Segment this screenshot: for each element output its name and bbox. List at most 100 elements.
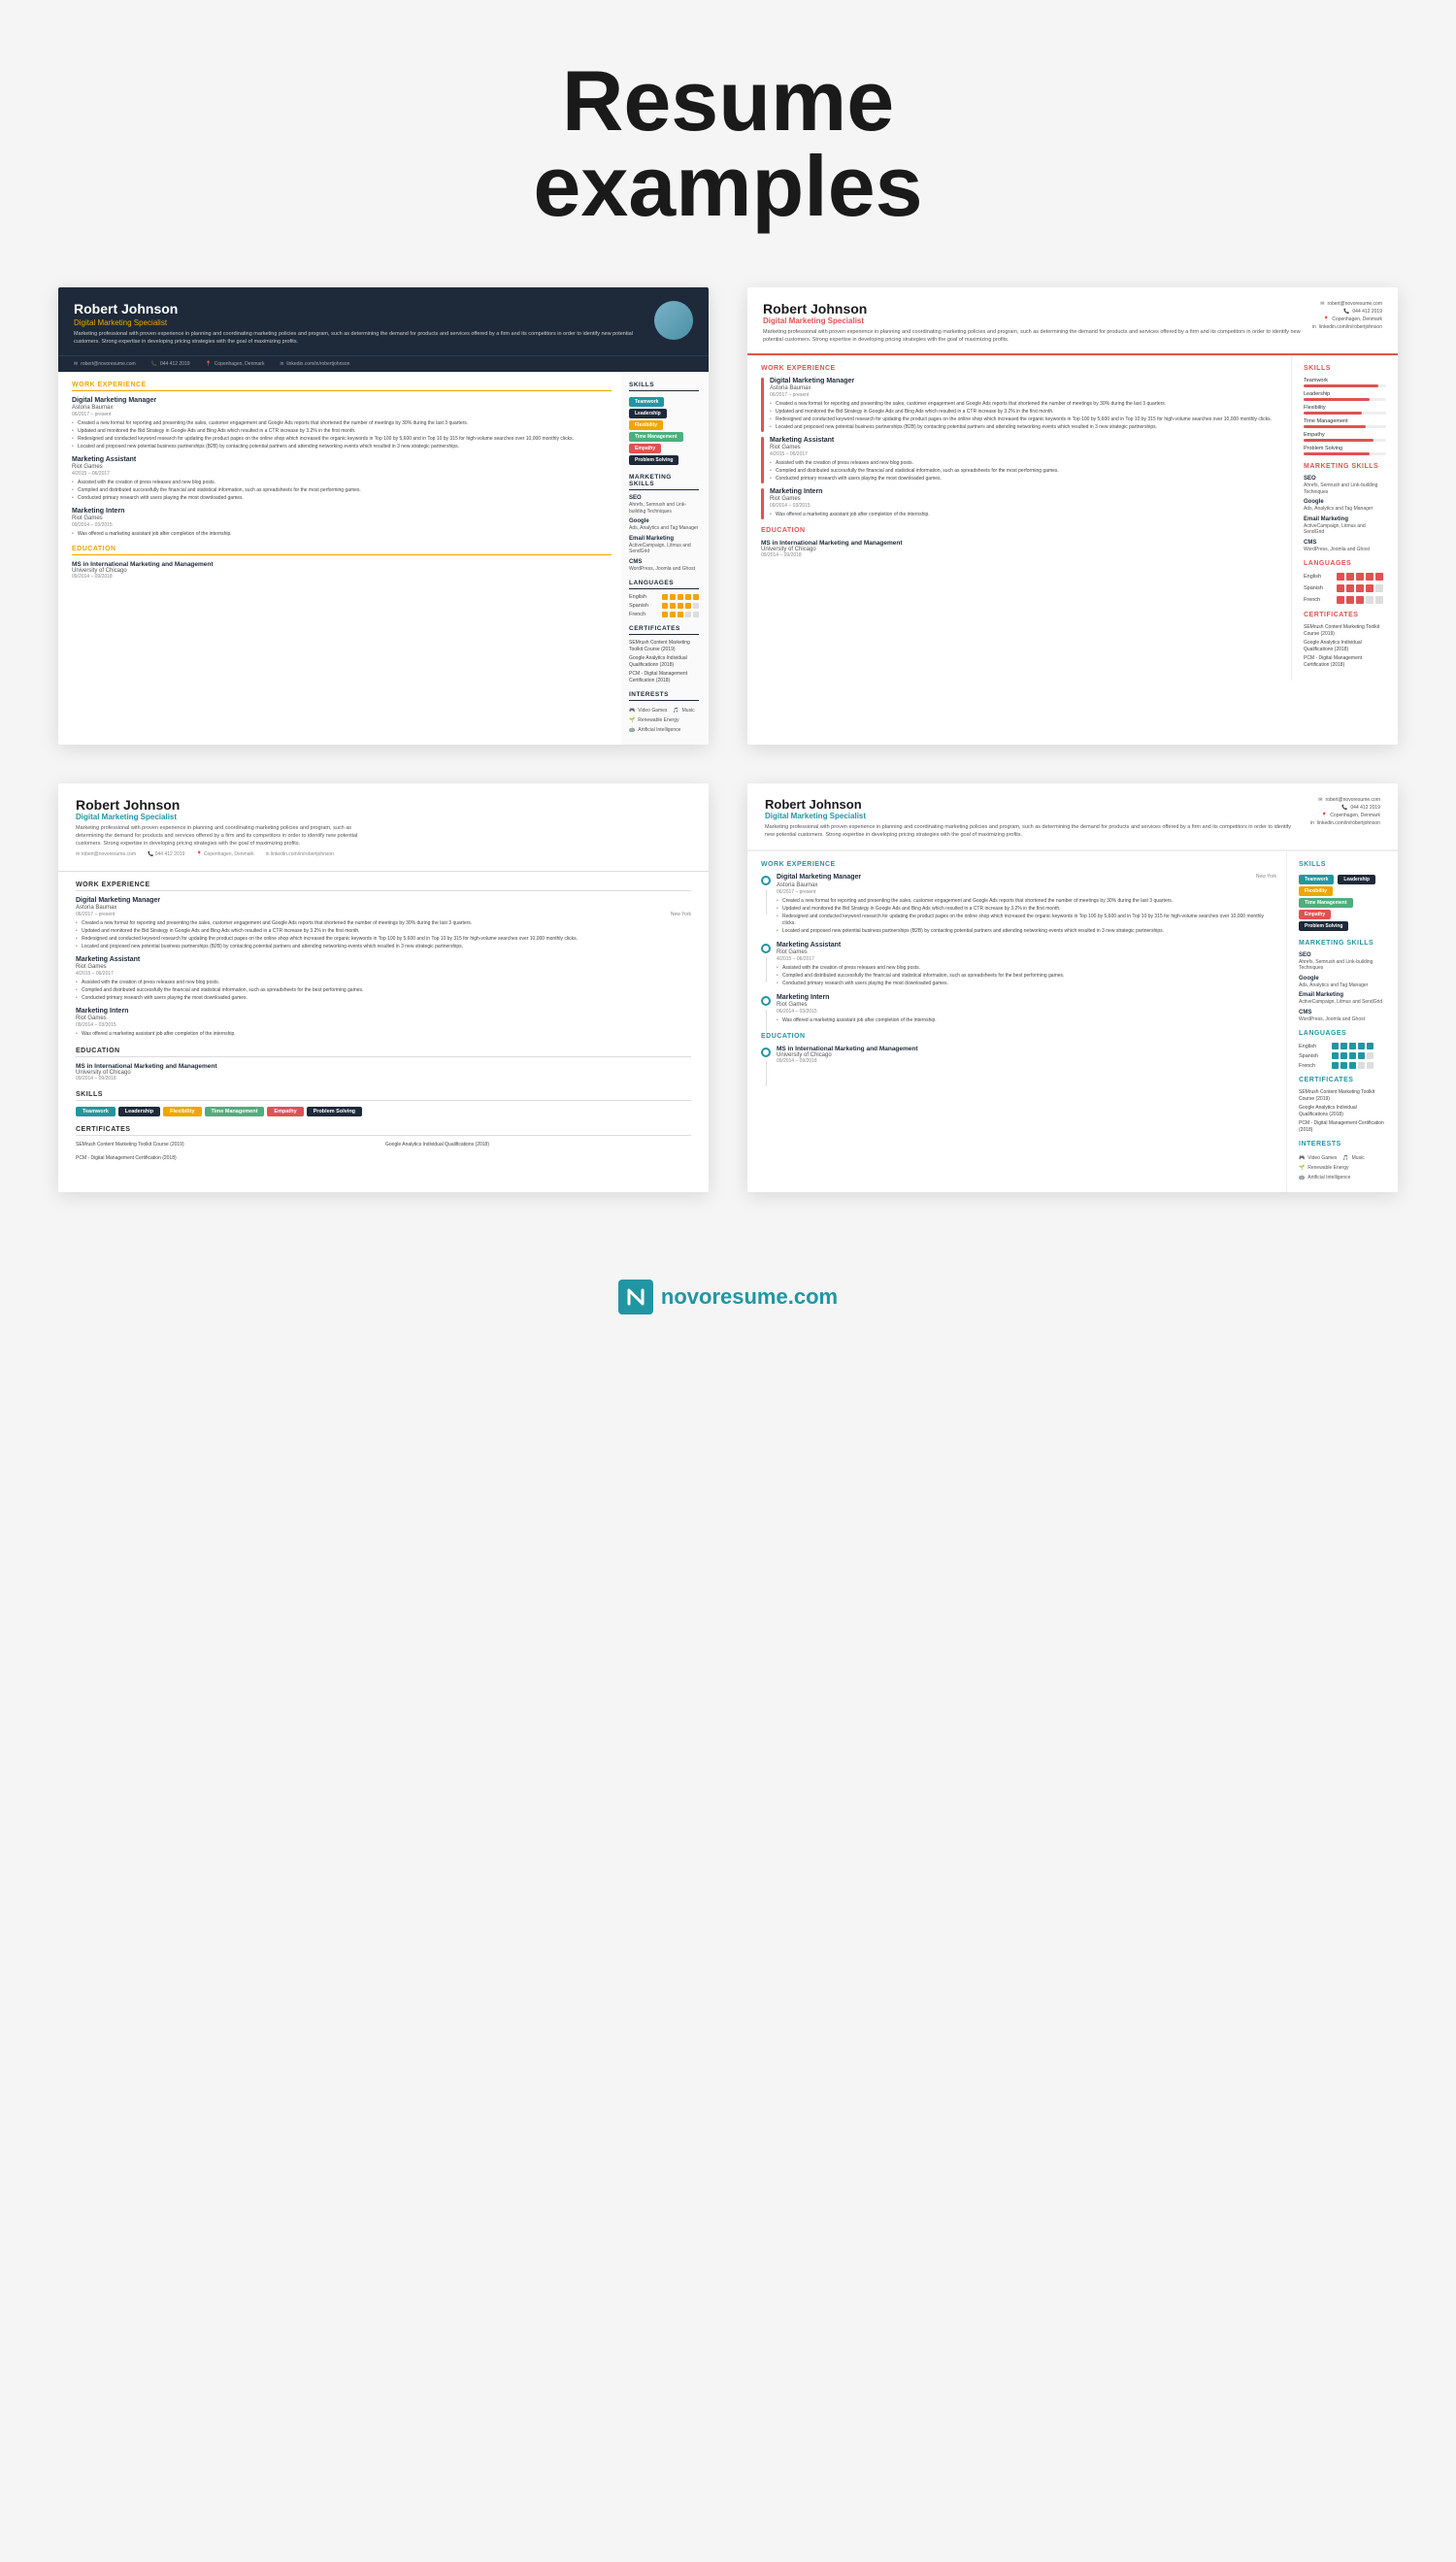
resume3-contact: ✉ robert@novoresume.com 📞 044 412 2019 📍… <box>76 851 691 857</box>
contact-phone: 📞 044 412 2019 <box>1312 309 1382 315</box>
language-row: English <box>1304 573 1386 581</box>
page-title: Resume examples <box>19 58 1437 229</box>
resume1-header-text: Robert Johnson Digital Marketing Special… <box>74 301 645 346</box>
marketing-skills-title: MARKETING SKILLS <box>1299 940 1386 947</box>
skill-bar-row: Problem Solving <box>1304 446 1386 455</box>
skills-title: SKILLS <box>629 382 699 391</box>
resume2-name: Robert Johnson <box>763 301 1303 316</box>
resume1-main: WORK EXPERIENCE Digital Marketing Manage… <box>58 372 621 745</box>
interest-item: 🌱 Renewable Energy <box>629 717 678 723</box>
skill-tag: Teamwork <box>1299 875 1334 884</box>
cert-item: Google Analytics Individual Qualificatio… <box>385 1142 691 1148</box>
language-row: French <box>629 612 699 617</box>
resume2-header-right: ✉ robert@novoresume.com 📞 044 412 2019 📍… <box>1312 301 1382 344</box>
edu-block: MS in International Marketing and Manage… <box>777 1046 918 1064</box>
cert-item: PCM - Digital Management Certification (… <box>629 671 699 683</box>
cert-item: PCM - Digital Management Certification (… <box>1304 655 1386 668</box>
job-bullet: Was offered a marketing assistant job af… <box>72 531 612 538</box>
job-dates-1: 06/2017 – present <box>72 412 612 417</box>
work-experience-title: WORK EXPERIENCE <box>76 882 691 891</box>
skill-tag: Problem Solving <box>629 455 678 465</box>
timeline-item: Marketing Assistant Riot Games 4/2015 – … <box>761 942 1276 988</box>
job-title-1: Digital Marketing Manager <box>72 397 612 404</box>
resume1-contact: ✉ robert@novoresume.com 📞 044 412 2019 📍… <box>58 355 709 372</box>
skill-bar-row: Empathy <box>1304 432 1386 442</box>
resume2-title: Digital Marketing Specialist <box>763 316 1303 325</box>
languages-title: LANGUAGES <box>629 580 699 589</box>
timeline-dot <box>761 996 771 1006</box>
job-block-3: Marketing Intern Riot Games 06/2014 – 03… <box>777 994 937 1025</box>
job-block-2: Marketing Assistant Riot Games 4/2015 – … <box>770 437 1059 483</box>
contact-linkedin: in linkedin.com/in/robertjohnson <box>1310 820 1380 826</box>
cert-item: Google Analytics Individual Qualificatio… <box>1304 640 1386 652</box>
resume4-header: Robert Johnson Digital Marketing Special… <box>747 783 1398 850</box>
contact-phone: 📞 044 412 2019 <box>1310 805 1380 811</box>
cert-item: SEMrush Content Marketing Toolkit Course… <box>1299 1089 1386 1102</box>
resume1-body: WORK EXPERIENCE Digital Marketing Manage… <box>58 372 709 745</box>
interest-item: 🎮 Video Games <box>629 708 667 714</box>
marketing-skills-title: MARKETING SKILLS <box>629 474 699 490</box>
job-bullet: Assisted with the creation of press rele… <box>72 480 612 486</box>
certificates-title: CERTIFICATES <box>629 625 699 635</box>
skill-tag: Leadership <box>629 409 667 418</box>
job-bullet: Conducted primary research with users pl… <box>72 495 612 502</box>
job-block-3: Marketing Intern Riot Games 09/2014 – 03… <box>770 488 930 519</box>
job-company-3: Riot Games <box>72 516 612 521</box>
resume3-name: Robert Johnson <box>76 797 691 813</box>
resume-card-3: Robert Johnson Digital Marketing Special… <box>58 783 709 1192</box>
language-row: French <box>1299 1062 1386 1069</box>
resume-grid: Robert Johnson Digital Marketing Special… <box>0 268 1456 1250</box>
interest-item: 🌱 Renewable Energy <box>1299 1165 1348 1171</box>
mskill-name: CMS <box>629 559 699 565</box>
work-experience-title: WORK EXPERIENCE <box>761 861 1276 868</box>
skill-tag: Time Management <box>1299 898 1353 908</box>
work-experience-title: WORK EXPERIENCE <box>761 365 1281 372</box>
resume2-header: Robert Johnson Digital Marketing Special… <box>747 287 1398 355</box>
timeline-item: Digital Marketing Manager New York Astor… <box>761 874 1276 936</box>
cert-item: PCM - Digital Management Certification (… <box>1299 1120 1386 1133</box>
mskill-name: Google <box>629 518 699 524</box>
email-icon: ✉ robert@novoresume.com <box>74 361 136 367</box>
mskill-name: Email Marketing <box>629 536 699 542</box>
interest-item: 🤖 Artificial Intelligence <box>1299 1175 1350 1181</box>
resume2-sidebar: SKILLS Teamwork Leadership Flexibility T… <box>1291 355 1398 681</box>
job-block-2: Marketing Assistant Riot Games 4/2015 – … <box>777 942 1064 988</box>
resume4-title: Digital Marketing Specialist <box>765 812 1301 820</box>
linkedin-icon: in linkedin.com/in/robertjohnson <box>280 361 349 367</box>
certificates-title: CERTIFICATES <box>76 1126 691 1136</box>
language-row: Spanish <box>1299 1052 1386 1059</box>
languages-title: LANGUAGES <box>1299 1030 1386 1037</box>
resume1-desc: Marketing professional with proven exper… <box>74 331 645 346</box>
cert-item: SEMrush Content Marketing Toolkit Course… <box>629 640 699 652</box>
education-title: EDUCATION <box>761 1033 1276 1040</box>
cert-item: PCM - Digital Management Certification (… <box>76 1155 381 1162</box>
job-bullet: Compiled and distributed successfully th… <box>72 487 612 494</box>
certificates-title: CERTIFICATES <box>1304 612 1386 618</box>
skill-tag: Time Management <box>629 432 683 442</box>
contact-email: ✉ robert@novoresume.com <box>1310 797 1380 803</box>
education-title: EDUCATION <box>72 546 612 555</box>
interest-item: 🎵 Music <box>1342 1155 1364 1161</box>
certificates-title: CERTIFICATES <box>1299 1077 1386 1083</box>
interest-item: 🤖 Artificial Intelligence <box>629 727 680 733</box>
interest-item: 🎵 Music <box>673 708 694 714</box>
job-title-2: Marketing Assistant <box>72 456 612 463</box>
resume1-sidebar: SKILLS Teamwork Leadership Flexibility T… <box>621 372 709 745</box>
skills-title: SKILLS <box>1299 861 1386 868</box>
mskill-name: SEO <box>629 495 699 501</box>
page-footer: novoresume.com <box>0 1250 1456 1353</box>
resume2-desc: Marketing professional with proven exper… <box>763 329 1303 344</box>
language-row: English <box>629 594 699 600</box>
interests-title: INTERESTS <box>1299 1141 1386 1148</box>
language-row: Spanish <box>1304 584 1386 592</box>
interest-item: 🎮 Video Games <box>1299 1155 1337 1161</box>
skill-bar-row: Flexibility <box>1304 405 1386 415</box>
job-block-1: Digital Marketing Manager Astoria Baumax… <box>770 378 1272 432</box>
skill-tag: Flexibility <box>1299 886 1333 896</box>
job-company-1: Astoria Baumax <box>72 405 612 411</box>
job-bullet: Updated and monitored the Bid Strategy i… <box>72 428 612 435</box>
skill-bar-row: Leadership <box>1304 391 1386 401</box>
language-row: French <box>1304 596 1386 604</box>
footer-domain: novoresume.com <box>661 1284 838 1310</box>
resume2-header-left: Robert Johnson Digital Marketing Special… <box>763 301 1303 344</box>
